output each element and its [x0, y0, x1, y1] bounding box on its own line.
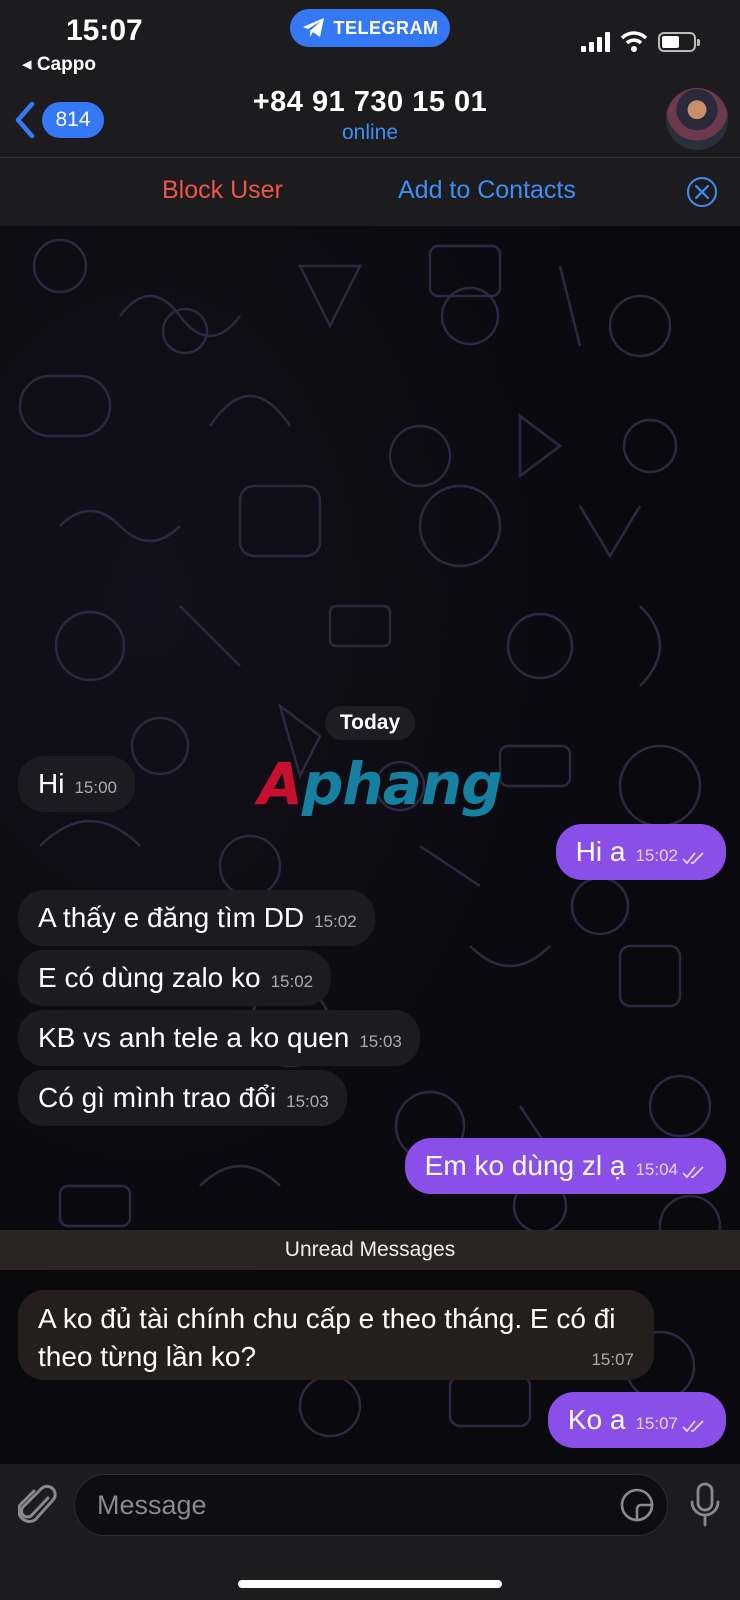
message-text: Em ko dùng zl ạ [424, 1150, 626, 1181]
message-text: A thấy e đăng tìm DD [38, 902, 305, 933]
contact-name: +84 91 730 15 01 [252, 86, 488, 118]
telegram-icon [302, 18, 324, 37]
message-incoming[interactable]: Có gì mình trao đổi 15:03 [18, 1070, 347, 1126]
message-incoming[interactable]: KB vs anh tele a ko quen 15:03 [18, 1010, 420, 1066]
date-separator: Today [325, 706, 415, 740]
contact-info[interactable]: +84 91 730 15 01 online [0, 86, 740, 145]
message-text: KB vs anh tele a ko quen [38, 1022, 350, 1053]
message-time: 15:03 [286, 1092, 329, 1111]
back-to-app-link[interactable]: ◂ Cappo [22, 53, 96, 76]
message-outgoing[interactable]: Ko a 15:07 [547, 1392, 726, 1448]
read-checkmarks-icon [682, 1420, 704, 1433]
message-incoming[interactable]: A thấy e đăng tìm DD 15:02 [18, 890, 375, 946]
sticker-icon[interactable] [619, 1487, 655, 1523]
message-time: 15:03 [359, 1032, 402, 1051]
microphone-icon[interactable] [688, 1482, 722, 1528]
message-time: 15:04 [635, 1160, 678, 1179]
read-checkmarks-icon [682, 1166, 704, 1179]
message-time: 15:02 [314, 912, 357, 931]
message-incoming[interactable]: E có dùng zalo ko 15:02 [18, 950, 332, 1006]
message-time: 15:02 [270, 972, 314, 991]
avatar[interactable] [666, 88, 728, 150]
watermark-logo: Aphang [258, 750, 503, 818]
message-time: 15:02 [635, 846, 678, 865]
chat-header: 814 +84 91 730 15 01 online [0, 80, 740, 158]
message-text: Có gì mình trao đổi [38, 1082, 277, 1113]
message-text: A ko đủ tài chính chu cấp e theo tháng. … [38, 1303, 616, 1372]
message-text: Ko a [567, 1404, 626, 1435]
wifi-icon [620, 31, 648, 52]
message-incoming[interactable]: A ko đủ tài chính chu cấp e theo tháng. … [18, 1290, 654, 1380]
message-outgoing[interactable]: Hi a 15:02 [555, 824, 726, 880]
status-time: 15:07 [66, 14, 143, 47]
message-text: E có dùng zalo ko [38, 962, 261, 993]
system-icons [581, 30, 700, 52]
close-icon[interactable] [686, 176, 718, 208]
compose-bar [0, 1464, 740, 1600]
battery-icon [658, 32, 700, 52]
message-outgoing[interactable]: Em ko dùng zl ạ 15:04 [404, 1138, 726, 1194]
paperclip-icon[interactable] [18, 1484, 58, 1528]
message-text: Hi a [575, 836, 626, 867]
telegram-call-pill[interactable]: TELEGRAM [290, 9, 450, 47]
message-incoming[interactable]: Hi 15:00 [18, 756, 135, 812]
message-list[interactable]: Today Aphang Hi 15:00 Hi a 15:02 A thấy … [0, 226, 740, 1464]
message-text: Hi [38, 768, 65, 799]
unread-messages-divider: Unread Messages [0, 1230, 740, 1270]
signal-icon [581, 32, 610, 52]
contact-action-bar: Block User Add to Contacts [0, 158, 740, 226]
message-input[interactable] [75, 1475, 555, 1535]
read-checkmarks-icon [682, 852, 704, 865]
status-bar: 15:07 ◂ Cappo TELEGRAM [0, 0, 740, 80]
contact-status: online [341, 121, 399, 144]
message-time: 15:07 [591, 1350, 634, 1369]
message-input-container [74, 1474, 668, 1536]
home-indicator[interactable] [238, 1580, 502, 1588]
block-user-button[interactable]: Block User [162, 176, 283, 205]
add-to-contacts-button[interactable]: Add to Contacts [398, 176, 576, 205]
message-time: 15:07 [635, 1414, 678, 1433]
pill-label: TELEGRAM [333, 17, 439, 38]
message-time: 15:00 [74, 778, 117, 797]
